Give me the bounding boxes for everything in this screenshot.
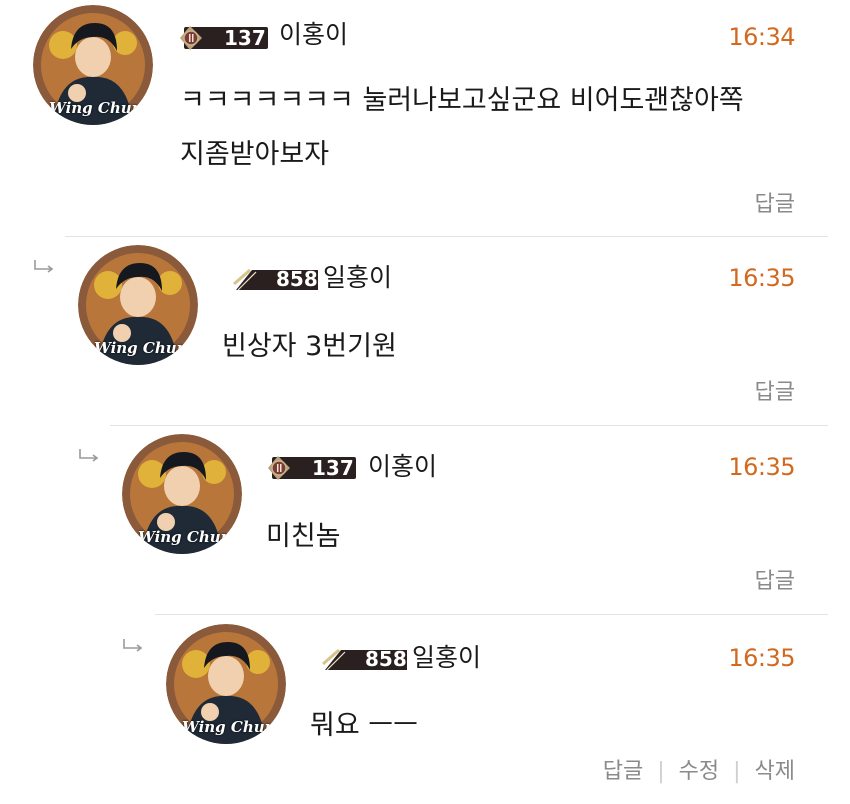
divider [155,614,828,615]
author-nickname[interactable]: 이홍이 [279,20,348,50]
comment-text-line-1: 미친놈 [266,521,341,552]
reply-arrow-icon [123,639,143,652]
comment-actions: 답글 [755,190,795,220]
edit-button[interactable]: 수정 [679,759,719,784]
reply-button[interactable]: 답글 [755,192,795,217]
avatar-caption: Wing Chun [49,99,143,117]
action-separator: | [733,759,741,784]
avatar[interactable]: Wing Chun [78,245,198,365]
comment-actions: 답글 | 수정 | 삭제 [603,757,795,787]
avatar-caption: Wing Chun [138,528,232,546]
author-nickname[interactable]: 일홍이 [412,643,481,673]
comment-text-line-2: 지좀받아보자 [180,139,330,170]
comment-text-line-1: 빈상자 3번기원 [222,331,397,362]
reply-arrow-icon [34,260,54,273]
author-nickname[interactable]: 일홍이 [323,263,392,293]
comment-actions: 답글 [755,567,795,597]
reply-button[interactable]: 답글 [603,759,643,784]
divider [65,236,828,237]
level-badge-number: 858 [276,267,318,291]
reply-button[interactable]: 답글 [755,569,795,594]
level-badge-number: 137 [312,456,354,480]
comment-time: 16:34 [728,23,795,51]
comment-time: 16:35 [728,264,795,292]
avatar[interactable]: Wing Chun [33,5,153,125]
level-badge-number: 858 [365,647,407,671]
delete-button[interactable]: 삭제 [755,759,795,784]
reply-arrow-icon [79,449,99,462]
reply-button[interactable]: 답글 [755,380,795,405]
divider [110,425,828,426]
level-badge: 858 [321,644,409,672]
comment-time: 16:35 [728,453,795,481]
avatar-caption: Wing Chun [94,339,188,357]
comment-text-line-1: 뭐요 ㅡㅡ [310,710,418,741]
level-badge-number: 137 [224,26,266,50]
comment-text-line-1: ㅋㅋㅋㅋㅋㅋㅋ 눌러나보고싶군요 비어도괜찮아쪽 [180,85,744,116]
avatar[interactable]: Wing Chun [122,434,242,554]
author-nickname[interactable]: 이홍이 [368,452,437,482]
comment-actions: 답글 [755,378,795,408]
level-badge: 137 [268,454,360,482]
action-separator: | [657,759,665,784]
comment-time: 16:35 [728,644,795,672]
avatar-caption: Wing Chun [182,718,276,736]
level-badge: 137 [180,24,272,52]
avatar[interactable]: Wing Chun [166,624,286,744]
level-badge: 858 [232,264,320,292]
